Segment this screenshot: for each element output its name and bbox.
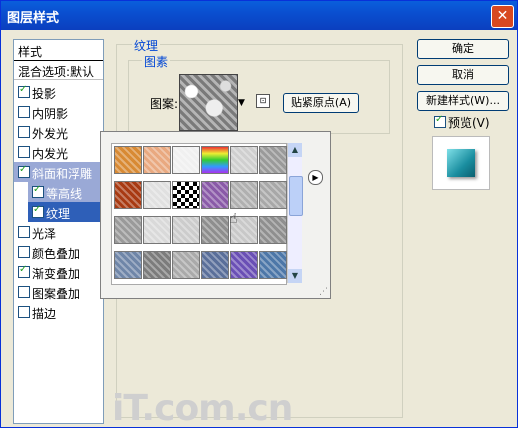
checkbox[interactable] [32,204,44,218]
checkbox[interactable] [18,164,30,178]
hand-cursor-icon: ☝ [229,211,238,227]
preview-swatch [447,149,475,177]
pattern-tile[interactable] [143,251,171,279]
pattern-tile[interactable] [201,216,229,244]
pattern-label: 图案: [150,97,179,111]
cancel-button[interactable]: 取消 [417,65,509,85]
styles-header[interactable]: 样式 [14,40,103,61]
style-item-pattern-overlay[interactable]: 图案叠加 [14,282,103,302]
style-item-color-overlay[interactable]: 颜色叠加 [14,242,103,262]
checkbox[interactable] [18,306,30,318]
style-item-bevel-emboss[interactable]: 斜面和浮雕 [14,162,103,182]
new-preset-icon[interactable]: ⊡ [256,94,270,108]
style-item-stroke[interactable]: 描边 [14,302,103,322]
close-button[interactable]: ✕ [491,5,514,28]
pattern-tile[interactable] [259,251,287,279]
pattern-tile[interactable] [114,146,142,174]
pattern-tile[interactable] [201,251,229,279]
pattern-tile[interactable] [259,146,287,174]
pattern-picker-popup: ▲ ▼ ▶ ⋰ ☝ [100,131,331,299]
blend-options-item[interactable]: 混合选项:默认 [14,61,103,80]
style-item-inner-glow[interactable]: 内发光 [14,142,103,162]
style-preview [432,136,490,190]
preview-label: 预览(V) [448,116,490,130]
pattern-tile[interactable] [143,146,171,174]
style-item-inner-shadow[interactable]: 内阴影 [14,102,103,122]
watermark: iT.com.cn [112,388,293,428]
pattern-tile[interactable] [143,216,171,244]
checkbox[interactable] [18,84,30,98]
close-icon: ✕ [496,8,509,24]
dialog-title: 图层样式 [7,11,60,26]
style-item-label: 纹理 [46,207,71,221]
checkbox[interactable] [18,126,30,138]
pattern-tile[interactable] [172,216,200,244]
checkbox[interactable] [18,264,30,278]
dialog-body: 样式 混合选项:默认 投影 内阴影 外发光 内发光 斜面和浮雕 等高线 纹理 光… [4,30,514,427]
dropdown-arrow-icon[interactable]: ▼ [238,98,245,108]
style-item-label: 内发光 [32,147,69,161]
pattern-tile[interactable] [201,181,229,209]
pattern-tile[interactable] [114,181,142,209]
style-list: 样式 混合选项:默认 投影 内阴影 外发光 内发光 斜面和浮雕 等高线 纹理 光… [13,39,104,424]
pattern-tile[interactable] [114,216,142,244]
styles-header-label: 样式 [18,45,43,59]
elements-subgroup-label: 图素 [142,53,171,70]
pattern-tile[interactable] [230,181,258,209]
pattern-tile[interactable] [201,146,229,174]
pattern-tile[interactable] [172,181,200,209]
pattern-tile[interactable] [172,146,200,174]
pattern-tile[interactable] [143,181,171,209]
style-item-label: 图案叠加 [32,287,81,301]
pattern-tile[interactable] [259,216,287,244]
snap-to-origin-button[interactable]: 贴紧原点(A) [283,93,359,113]
scroll-up-icon[interactable]: ▲ [288,143,302,157]
pattern-grid [111,143,287,285]
blend-options-label: 混合选项:默认 [18,65,95,79]
style-item-contour[interactable]: 等高线 [28,182,103,202]
checkbox[interactable] [18,226,30,238]
style-item-label: 外发光 [32,127,69,141]
checkbox[interactable] [18,106,30,118]
preview-checkbox[interactable] [434,114,446,128]
style-item-label: 颜色叠加 [32,247,81,261]
checkbox[interactable] [18,146,30,158]
checkbox[interactable] [18,286,30,298]
style-item-label: 内阴影 [32,107,69,121]
style-item-label: 描边 [32,307,57,321]
layer-style-dialog: 图层样式 ✕ 样式 混合选项:默认 投影 内阴影 外发光 内发光 斜面和浮雕 等… [0,0,518,428]
resize-grip-icon[interactable]: ⋰ [319,287,328,297]
scroll-down-icon[interactable]: ▼ [288,269,302,283]
pattern-picker[interactable] [179,74,238,131]
pattern-tile[interactable] [230,146,258,174]
style-item-label: 光泽 [32,227,57,241]
new-style-button[interactable]: 新建样式(W)... [417,91,509,111]
style-item-label: 等高线 [46,187,83,201]
style-item-satin[interactable]: 光泽 [14,222,103,242]
style-item-texture[interactable]: 纹理 [28,202,103,222]
texture-group-label: 纹理 [132,37,161,54]
style-item-label: 投影 [32,87,57,101]
popup-menu-icon[interactable]: ▶ [308,170,323,185]
checkbox[interactable] [18,246,30,258]
style-item-drop-shadow[interactable]: 投影 [14,82,103,102]
scroll-thumb[interactable] [289,176,303,216]
style-item-label: 斜面和浮雕 [32,167,93,181]
pattern-tile[interactable] [259,181,287,209]
style-item-gradient-overlay[interactable]: 渐变叠加 [14,262,103,282]
pattern-tile[interactable] [230,251,258,279]
pattern-tile[interactable] [172,251,200,279]
style-item-label: 渐变叠加 [32,267,81,281]
title-bar[interactable]: 图层样式 ✕ [1,1,517,30]
style-item-outer-glow[interactable]: 外发光 [14,122,103,142]
ok-button[interactable]: 确定 [417,39,509,59]
checkbox[interactable] [32,184,44,198]
popup-scrollbar[interactable]: ▲ ▼ [287,143,303,283]
pattern-tile[interactable] [114,251,142,279]
